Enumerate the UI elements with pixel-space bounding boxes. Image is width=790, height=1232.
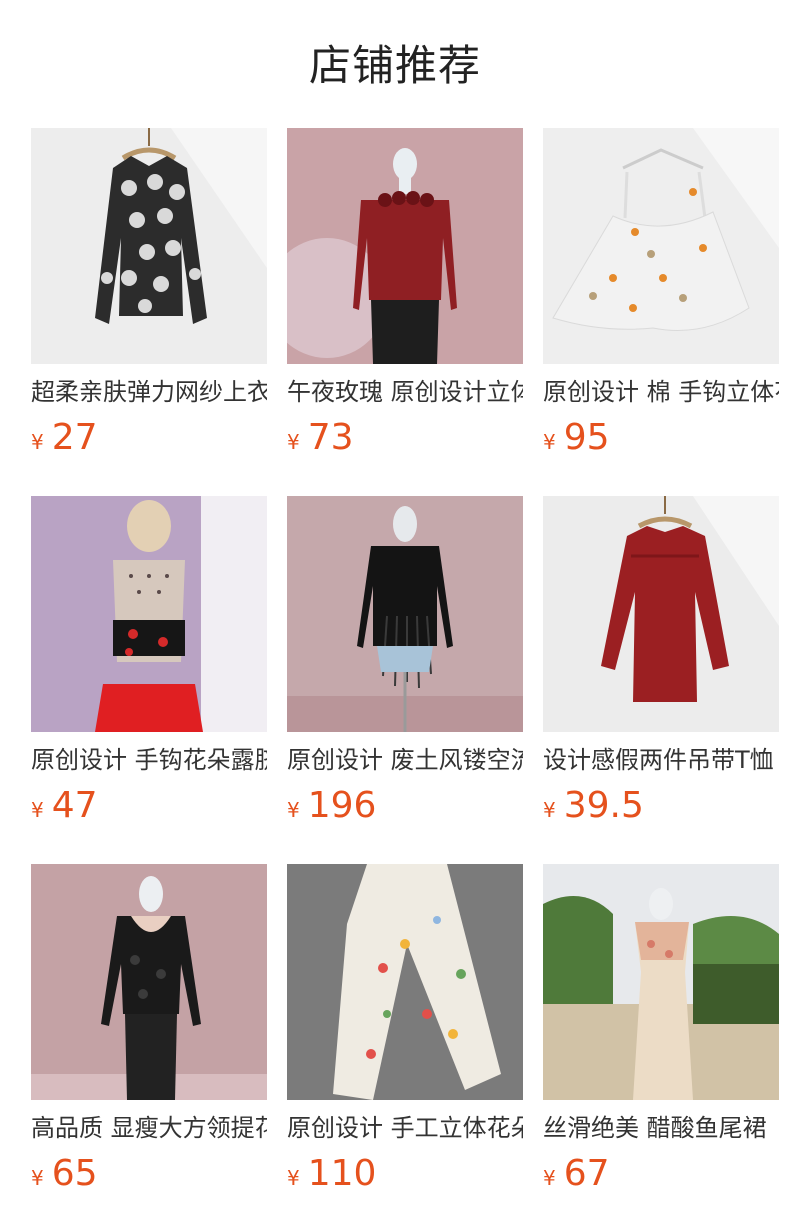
- currency-symbol: ¥: [31, 798, 44, 822]
- product-card-9[interactable]: 丝滑绝美 醋酸鱼尾裙 ¥67: [543, 864, 779, 1204]
- product-image[interactable]: [31, 128, 267, 364]
- product-card-7[interactable]: 高品质 显瘦大方领提花 ¥65: [31, 864, 267, 1204]
- product-card-3[interactable]: 原创设计 棉 手钩立体花 ¥95: [543, 128, 779, 468]
- product-card-8[interactable]: 原创设计 手工立体花朵 ¥110: [287, 864, 523, 1204]
- product-image[interactable]: [543, 128, 779, 364]
- price-amount: 73: [307, 417, 354, 458]
- product-image[interactable]: [287, 496, 523, 732]
- product-image[interactable]: [287, 128, 523, 364]
- price-amount: 196: [307, 785, 377, 826]
- price-amount: 95: [563, 417, 610, 458]
- price-amount: 67: [563, 1153, 610, 1194]
- product-price: ¥196: [287, 784, 376, 828]
- currency-symbol: ¥: [31, 1166, 44, 1190]
- product-card-5[interactable]: 原创设计 废土风镂空流苏 ¥196: [287, 496, 523, 836]
- product-image[interactable]: [31, 864, 267, 1100]
- product-price: ¥65: [31, 1152, 98, 1196]
- price-amount: 47: [51, 785, 98, 826]
- product-name[interactable]: 午夜玫瑰 原创设计立体: [287, 376, 523, 408]
- product-price: ¥110: [287, 1152, 376, 1196]
- currency-symbol: ¥: [543, 430, 556, 454]
- product-price: ¥73: [287, 416, 354, 460]
- currency-symbol: ¥: [543, 1166, 556, 1190]
- currency-symbol: ¥: [287, 798, 300, 822]
- page-title: 店铺推荐: [308, 41, 481, 90]
- currency-symbol: ¥: [287, 1166, 300, 1190]
- product-image[interactable]: [543, 496, 779, 732]
- currency-symbol: ¥: [287, 430, 300, 454]
- product-price: ¥67: [543, 1152, 610, 1196]
- product-image[interactable]: [287, 864, 523, 1100]
- currency-symbol: ¥: [543, 798, 556, 822]
- product-name[interactable]: 原创设计 棉 手钩立体花: [543, 376, 779, 408]
- product-image[interactable]: [31, 496, 267, 732]
- currency-symbol: ¥: [31, 430, 44, 454]
- product-price: ¥47: [31, 784, 98, 828]
- product-grid: 超柔亲肤弹力网纱上衣 ¥27 午夜玫瑰 原创设计立体 ¥73 原创设计 棉 手钩…: [31, 128, 790, 1232]
- price-amount: 39.5: [563, 785, 644, 826]
- product-name[interactable]: 设计感假两件吊带T恤: [543, 744, 779, 776]
- price-amount: 27: [51, 417, 98, 458]
- product-image[interactable]: [543, 864, 779, 1100]
- product-card-2[interactable]: 午夜玫瑰 原创设计立体 ¥73: [287, 128, 523, 468]
- product-name[interactable]: 原创设计 手工立体花朵: [287, 1112, 523, 1144]
- product-card-1[interactable]: 超柔亲肤弹力网纱上衣 ¥27: [31, 128, 267, 468]
- product-card-4[interactable]: 原创设计 手钩花朵露脐 ¥47: [31, 496, 267, 836]
- product-name[interactable]: 原创设计 手钩花朵露脐: [31, 744, 267, 776]
- price-amount: 110: [307, 1153, 377, 1194]
- product-price: ¥95: [543, 416, 610, 460]
- product-price: ¥39.5: [543, 784, 644, 828]
- product-card-6[interactable]: 设计感假两件吊带T恤 ¥39.5: [543, 496, 779, 836]
- product-price: ¥27: [31, 416, 98, 460]
- product-name[interactable]: 丝滑绝美 醋酸鱼尾裙: [543, 1112, 779, 1144]
- price-amount: 65: [51, 1153, 98, 1194]
- product-name[interactable]: 高品质 显瘦大方领提花: [31, 1112, 267, 1144]
- product-name[interactable]: 原创设计 废土风镂空流苏: [287, 744, 523, 776]
- product-name[interactable]: 超柔亲肤弹力网纱上衣: [31, 376, 267, 408]
